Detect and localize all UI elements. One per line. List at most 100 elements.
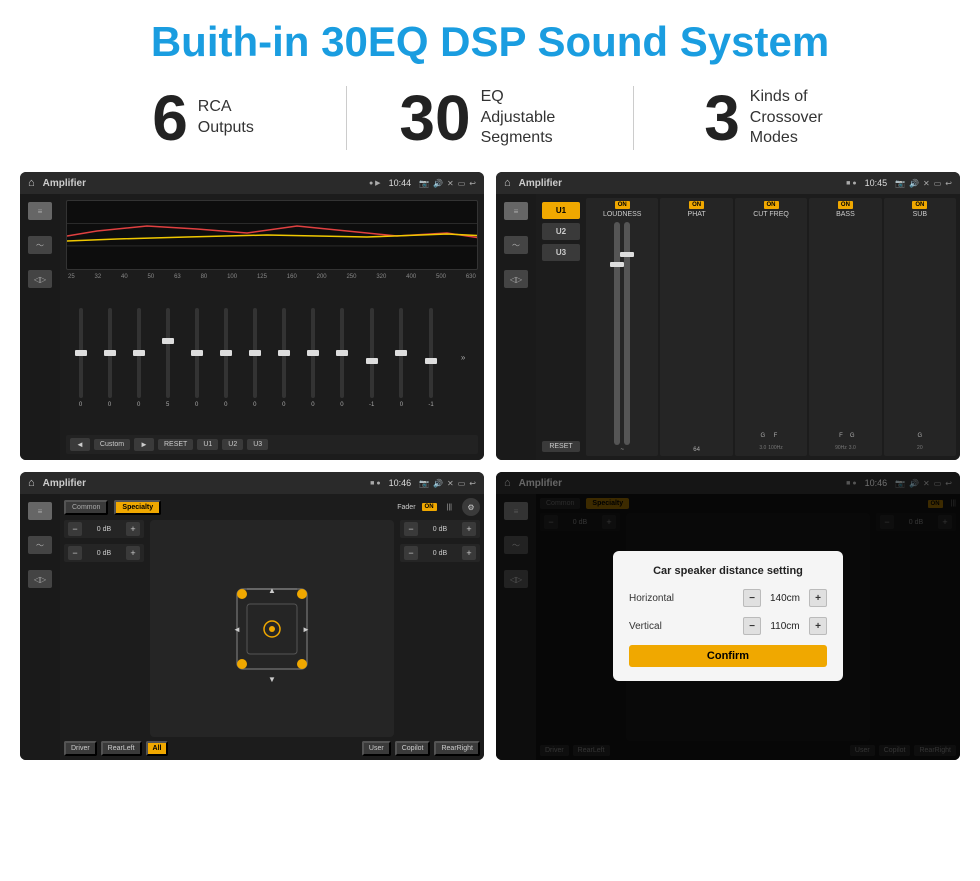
eq-slider-6[interactable]: 0 — [224, 308, 228, 408]
crossover-sidebar-eq[interactable]: ≡ — [504, 202, 528, 220]
eq-slider-5[interactable]: 0 — [195, 308, 199, 408]
rearright-button[interactable]: RearRight — [434, 741, 480, 756]
eq-sidebar: ≡ 〜 ◁▷ — [20, 194, 60, 460]
horizontal-control: − 140cm + — [743, 589, 827, 607]
stat-text-crossover: Kinds of Crossover Modes — [750, 87, 850, 149]
speaker-sidebar-wave[interactable]: 〜 — [28, 536, 52, 554]
page-header: Buith-in 30EQ DSP Sound System — [0, 0, 980, 76]
fl-plus[interactable]: + — [126, 522, 140, 536]
loudness-on[interactable]: ON — [615, 201, 630, 209]
speaker-sidebar-eq[interactable]: ≡ — [28, 502, 52, 520]
crossover-u2[interactable]: U2 — [542, 223, 580, 240]
rl-minus[interactable]: − — [68, 546, 82, 560]
eq-sidebar-wave[interactable]: 〜 — [28, 236, 52, 254]
speaker-back-icon[interactable]: ↩ — [469, 479, 476, 488]
eq-slider-4[interactable]: 5 — [166, 308, 170, 408]
crossover-screen: ⌂ Amplifier ■ ● 10:45 📷 🔊 ✕ ▭ ↩ ≡ 〜 ◁▷ U… — [496, 172, 960, 460]
specialty-tab[interactable]: Specialty — [114, 500, 161, 515]
rr-minus[interactable]: − — [404, 546, 418, 560]
eq-slider-10[interactable]: 0 — [340, 308, 344, 408]
speaker-screen: ⌂ Amplifier ■ ● 10:46 📷 🔊 ✕ ▭ ↩ ≡ 〜 ◁▷ C… — [20, 472, 484, 760]
crossover-col-loudness: ON LOUDNESS ~ — [586, 198, 658, 456]
common-tab[interactable]: Common — [64, 500, 108, 515]
driver-button[interactable]: Driver — [64, 741, 97, 756]
horizontal-minus[interactable]: − — [743, 589, 761, 607]
eq-slider-1[interactable]: 0 — [79, 308, 83, 408]
home-icon[interactable]: ⌂ — [28, 177, 35, 189]
vertical-plus[interactable]: + — [809, 617, 827, 635]
back-icon[interactable]: ↩ — [469, 179, 476, 188]
eq-slider-7[interactable]: 0 — [253, 308, 257, 408]
crossover-wifi-icon: ✕ — [923, 179, 930, 188]
eq-sidebar-eq[interactable]: ≡ — [28, 202, 52, 220]
horizontal-value: 140cm — [765, 593, 805, 604]
stat-eq: 30 EQ Adjustable Segments — [347, 86, 634, 150]
speaker-bottom-row: Driver RearLeft All User Copilot RearRig… — [64, 741, 480, 756]
speaker-home-icon[interactable]: ⌂ — [28, 477, 35, 489]
speaker-middle: − 0 dB + − 0 dB + — [64, 520, 480, 737]
phat-on[interactable]: ON — [689, 201, 704, 209]
crossover-presets: U1 U2 U3 RESET — [540, 198, 582, 456]
all-button[interactable]: All — [146, 741, 169, 756]
eq-more-icon[interactable]: » — [461, 353, 465, 362]
speaker-vol-icon: 🔊 — [433, 479, 443, 488]
crossover-u1[interactable]: U1 — [542, 202, 580, 219]
camera-icon: 📷 — [419, 179, 429, 188]
eq-slider-2[interactable]: 0 — [108, 308, 112, 408]
user-button[interactable]: User — [362, 741, 391, 756]
fl-minus[interactable]: − — [68, 522, 82, 536]
fader-label: Fader — [397, 504, 415, 511]
eq-slider-8[interactable]: 0 — [282, 308, 286, 408]
rr-plus[interactable]: + — [462, 546, 476, 560]
crossover-home-icon[interactable]: ⌂ — [504, 177, 511, 189]
eq-custom-button[interactable]: Custom — [94, 439, 130, 450]
speaker-fr-control: − 0 dB + — [400, 520, 480, 538]
confirm-button[interactable]: Confirm — [629, 645, 827, 667]
vertical-control: − 110cm + — [743, 617, 827, 635]
fader-on-badge[interactable]: ON — [422, 503, 437, 511]
eq-u1-button[interactable]: U1 — [197, 439, 218, 450]
eq-slider-13[interactable]: -1 — [428, 308, 433, 408]
eq-slider-9[interactable]: 0 — [311, 308, 315, 408]
rr-val: 0 dB — [421, 550, 459, 557]
eq-slider-12[interactable]: 0 — [399, 308, 403, 408]
horizontal-plus[interactable]: + — [809, 589, 827, 607]
wifi-icon: ✕ — [447, 179, 454, 188]
eq-sidebar-vol[interactable]: ◁▷ — [28, 270, 52, 288]
cutfreq-on[interactable]: ON — [764, 201, 779, 209]
eq-topbar: ⌂ Amplifier ● ▶ 10:44 📷 🔊 ✕ ▭ ↩ — [20, 172, 484, 194]
sub-on[interactable]: ON — [912, 201, 927, 209]
rl-val: 0 dB — [85, 550, 123, 557]
bass-on[interactable]: ON — [838, 201, 853, 209]
eq-topbar-time: 10:44 — [389, 178, 412, 188]
crossover-topbar: ⌂ Amplifier ■ ● 10:45 📷 🔊 ✕ ▭ ↩ — [496, 172, 960, 194]
eq-u2-button[interactable]: U2 — [222, 439, 243, 450]
eq-topbar-title: Amplifier — [43, 178, 361, 189]
eq-reset-button[interactable]: RESET — [158, 439, 193, 450]
eq-play-button[interactable]: ► — [134, 438, 154, 451]
eq-u3-button[interactable]: U3 — [247, 439, 268, 450]
speaker-sidebar-vol[interactable]: ◁▷ — [28, 570, 52, 588]
copilot-button[interactable]: Copilot — [395, 741, 431, 756]
crossover-sidebar-vol[interactable]: ◁▷ — [504, 270, 528, 288]
fr-plus[interactable]: + — [462, 522, 476, 536]
speaker-diagram: ▲ ▼ ◄ ► — [150, 520, 394, 737]
crossover-back-icon[interactable]: ↩ — [945, 179, 952, 188]
eq-screen: ⌂ Amplifier ● ▶ 10:44 📷 🔊 ✕ ▭ ↩ ≡ 〜 ◁▷ — [20, 172, 484, 460]
fr-minus[interactable]: − — [404, 522, 418, 536]
eq-slider-3[interactable]: 0 — [137, 308, 141, 408]
crossover-u3[interactable]: U3 — [542, 244, 580, 261]
crossover-col-phat: ON PHAT 64 — [660, 198, 732, 456]
crossover-topbar-icons: 📷 🔊 ✕ ▭ ↩ — [895, 179, 952, 188]
settings-circle-icon[interactable]: ⚙ — [462, 498, 480, 516]
eq-slider-11[interactable]: -1 — [369, 308, 374, 408]
screenshots-grid: ⌂ Amplifier ● ▶ 10:44 📷 🔊 ✕ ▭ ↩ ≡ 〜 ◁▷ — [0, 164, 980, 770]
vertical-minus[interactable]: − — [743, 617, 761, 635]
rearleft-button[interactable]: RearLeft — [101, 741, 142, 756]
eq-prev-button[interactable]: ◄ — [70, 438, 90, 451]
crossover-sidebar-wave[interactable]: 〜 — [504, 236, 528, 254]
eq-freq-labels: 253240506380100125160200250320400500630 — [66, 274, 478, 280]
rl-plus[interactable]: + — [126, 546, 140, 560]
loudness-slider-2[interactable] — [624, 222, 630, 445]
crossover-reset[interactable]: RESET — [542, 441, 580, 452]
